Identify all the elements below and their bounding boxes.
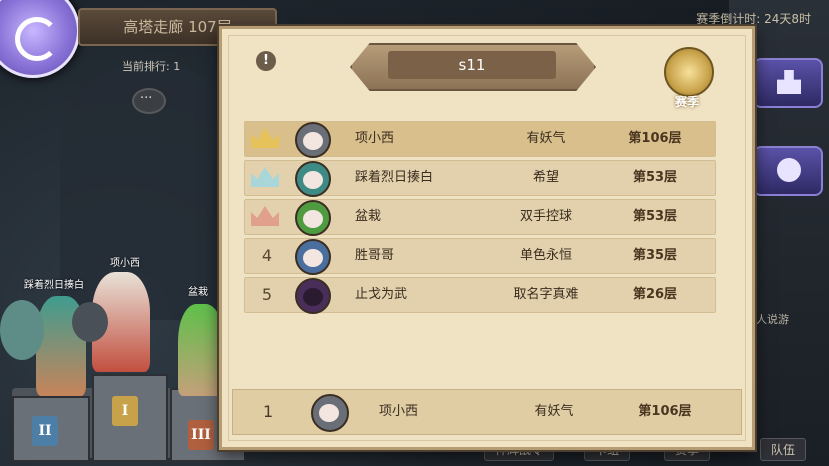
season-badge[interactable]: 赛季	[658, 47, 716, 109]
guild-name: 有妖气	[526, 131, 566, 146]
chat-bubble-icon[interactable]	[132, 88, 166, 114]
gold-crown-icon	[251, 128, 279, 148]
podium-name-second: 踩着烈日揍白	[24, 280, 84, 291]
ranking-row[interactable]: 盆栽 双手控球 第53层	[244, 199, 716, 236]
player-name: 踩着烈日揍白	[355, 170, 434, 185]
player-name: 胜哥哥	[355, 248, 395, 263]
info-icon[interactable]: !	[256, 51, 276, 71]
floor-value: 第53层	[632, 170, 678, 185]
season-banner: s11	[350, 43, 596, 91]
my-guild: 有妖气	[534, 404, 574, 419]
my-floor: 第106层	[638, 404, 692, 419]
floor-value: 第26层	[632, 287, 678, 302]
avatar[interactable]	[311, 394, 349, 432]
ranking-row[interactable]: 4 胜哥哥 单色永恒 第35层	[244, 238, 716, 275]
avatar[interactable]	[295, 122, 331, 158]
podium-name-third: 盆栽	[188, 287, 208, 298]
avatar[interactable]	[295, 200, 331, 236]
ranking-row[interactable]: 5 止戈为武 取名字真难 第26层	[244, 277, 716, 314]
character-third[interactable]	[178, 304, 224, 396]
rank-number: 4	[261, 246, 273, 265]
floor-value: 第35层	[632, 248, 678, 263]
my-name: 项小西	[379, 404, 419, 419]
ranking-row[interactable]: 踩着烈日揍白 希望 第53层	[244, 160, 716, 197]
floor-value: 第53层	[632, 209, 678, 224]
podium: II I III	[12, 374, 246, 462]
tower-button[interactable]	[753, 58, 823, 108]
medal-icon	[664, 47, 714, 97]
season-countdown: 赛季倒计时: 24天8时	[696, 12, 811, 26]
avatar[interactable]	[295, 239, 331, 275]
guild-name: 单色永恒	[519, 248, 572, 263]
my-rank-row[interactable]: 1 项小西 有妖气 第106层	[232, 389, 742, 435]
player-name: 项小西	[355, 131, 395, 146]
player-name: 止戈为武	[355, 287, 408, 302]
character-second-shield	[0, 300, 44, 360]
player-name: 盆栽	[355, 209, 382, 224]
season-label: s11	[388, 51, 556, 79]
guild-name: 希望	[532, 170, 559, 185]
silver-crown-icon	[251, 167, 279, 187]
current-rank-label: 当前排行: 1	[122, 60, 181, 73]
my-rank-number: 1	[263, 402, 274, 421]
place-three-badge: III	[188, 420, 214, 450]
logo-glyph	[15, 17, 59, 61]
floor-value: 第106层	[628, 131, 682, 146]
guild-name: 双手控球	[519, 209, 572, 224]
globe-icon	[777, 158, 801, 182]
place-one-badge: I	[112, 396, 138, 426]
character-first-shield	[72, 302, 108, 342]
guild-name: 取名字真难	[513, 287, 579, 302]
castle-icon	[777, 70, 801, 94]
avatar[interactable]	[295, 161, 331, 197]
avatar[interactable]	[295, 278, 331, 314]
bronze-crown-icon	[251, 206, 279, 226]
podium-name-first: 项小西	[110, 258, 140, 269]
season-ranking-panel: ! s11 赛季 项小西 有妖气 第106层 踩着烈日揍白 希望 第53层 盆栽…	[219, 26, 755, 450]
place-two-badge: II	[32, 416, 58, 446]
ranking-list: 项小西 有妖气 第106层 踩着烈日揍白 希望 第53层 盆栽 双手控球 第53…	[244, 121, 716, 316]
season-badge-label: 赛季	[674, 95, 699, 109]
globe-button[interactable]	[753, 146, 823, 196]
ranking-row[interactable]: 项小西 有妖气 第106层	[244, 121, 716, 158]
side-caption: 人说游	[756, 313, 789, 326]
tab-team[interactable]: 队伍	[760, 438, 807, 461]
rank-number: 5	[261, 285, 273, 304]
